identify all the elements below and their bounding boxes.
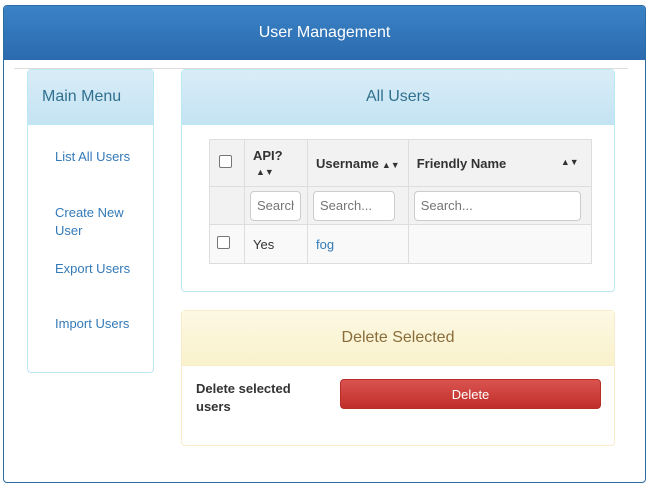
menu-item-import-users[interactable]: Import Users [55,315,135,333]
filter-cell-empty [209,186,245,225]
column-label-username: Username [316,155,379,171]
menu-item-create-new-user[interactable]: Create New User [55,204,135,240]
filter-row [209,186,592,225]
delete-selected-title: Delete Selected [182,311,614,366]
username-link[interactable]: fog [316,237,334,252]
row-select-cell [209,224,245,264]
select-all-cell [209,139,245,187]
sort-icon[interactable]: ▲▼ [382,160,400,170]
sort-icon[interactable]: ▲▼ [256,167,274,177]
users-table: API?▲▼ Username ▲▼ Friendly Name ▲▼ Sear… [209,139,592,264]
all-users-title: All Users [182,70,614,125]
column-header-api[interactable]: API? ▲▼ [244,139,308,187]
column-label-api: API? [253,148,283,163]
main-menu-title: Main Menu [28,70,153,125]
main-menu-panel: Main Menu List All Users Create New User… [27,69,154,373]
column-label-friendly-name: Friendly Name [416,155,507,171]
api-cell: Yes [244,224,308,264]
delete-selected-label: Delete selected users [196,381,291,414]
menu-item-list-all-users[interactable]: List All Users [55,148,135,166]
all-users-panel: All Users API?▲▼ Username ▲▼ Friendly Nam… [181,69,615,292]
window-title: User Management [4,6,645,60]
filter-cell-username [307,186,409,225]
column-header-username[interactable]: Username ▲▼ [307,139,409,187]
api-search-input[interactable] [250,190,301,221]
delete-selected-panel: Delete Selected Delete selected users De… [181,310,615,446]
row-checkbox[interactable] [217,236,230,249]
menu-item-export-users[interactable]: Export Users [55,260,135,278]
friendly-name-cell [407,224,592,264]
username-cell: fog [307,224,409,264]
friendly-name-search-input[interactable] [413,190,581,221]
filter-cell-api [244,186,308,225]
filter-cell-friendly-name [407,186,592,225]
table-header-row: API?▲▼ Username ▲▼ Friendly Name ▲▼ [209,139,592,187]
username-search-input[interactable] [313,190,395,221]
table-row: Yes fog [209,224,592,264]
column-header-friendly-name[interactable]: Friendly Name ▲▼ [407,139,592,187]
select-all-checkbox[interactable] [219,155,232,168]
sort-icon[interactable]: ▲▼ [561,157,579,167]
delete-button[interactable]: Delete [340,379,601,409]
